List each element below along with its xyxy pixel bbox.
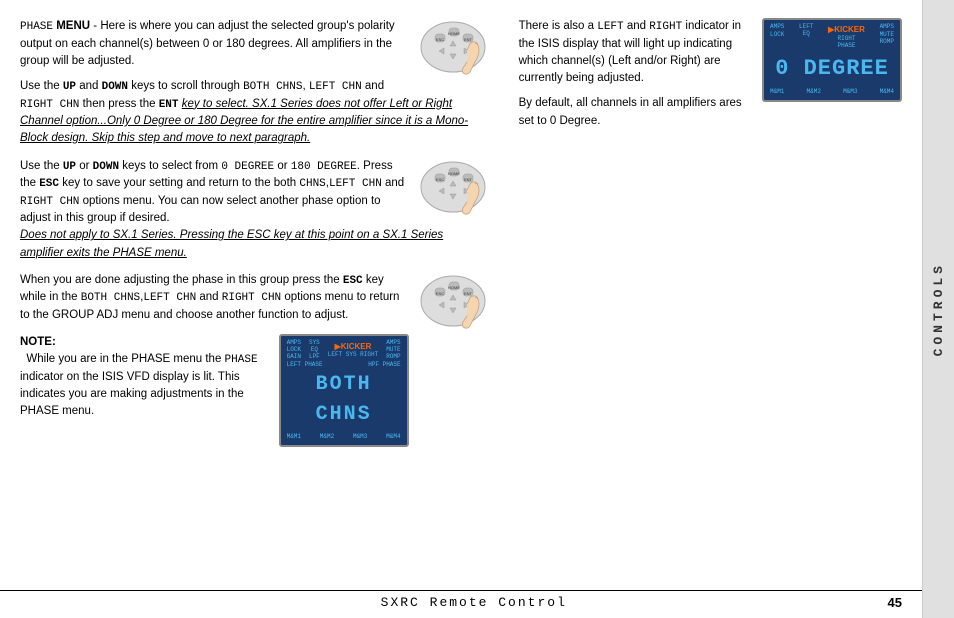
main-content: ESC HOME ENT	[0, 0, 922, 618]
sx1-note2: Does not apply to SX.1 Series. Pressing …	[20, 229, 443, 258]
left-chn-label: LEFT CHN	[309, 81, 362, 93]
svg-text:HOME: HOME	[448, 31, 460, 36]
up-key: UP	[63, 81, 76, 93]
svg-text:ENT: ENT	[464, 177, 473, 182]
esc2-key: ESC	[343, 275, 363, 287]
select-degree-section: ESC HOME ENT	[20, 158, 489, 262]
sidebar-text: CONTROLS	[931, 262, 946, 356]
footer: SXRC Remote Control 45	[0, 590, 922, 610]
both-chns-label: BOTH CHNS	[243, 81, 302, 93]
svg-text:ENT: ENT	[464, 291, 473, 296]
svg-text:ESC: ESC	[435, 37, 443, 42]
note-section: AMPS LOCK GAIN SYS EQ LPF	[20, 334, 489, 421]
note-lcd-display: AMPS LOCK GAIN SYS EQ LPF	[279, 334, 409, 447]
sidebar: CONTROLS	[922, 0, 954, 618]
sx1-note: key to select. SX.1 Series does not offe…	[20, 98, 468, 145]
left-column: ESC HOME ENT	[20, 18, 489, 588]
phase-label: PHASE	[20, 21, 53, 33]
zero-degree-label: 0 DEGREE	[221, 161, 274, 173]
svg-text:HOME: HOME	[448, 285, 460, 290]
hand-image-2: ESC HOME ENT	[417, 158, 489, 222]
both-chns2-label: CHNS	[299, 178, 325, 190]
left-chn2-label: LEFT CHN	[329, 178, 382, 190]
left-indicator: LEFT	[597, 21, 623, 33]
left3-chn-label: LEFT CHN	[143, 292, 196, 304]
note-label: NOTE:	[20, 336, 56, 348]
both3-chns-label: BOTH CHNS	[81, 292, 140, 304]
use-up-down-para: Use the UP and DOWN keys to scroll throu…	[20, 78, 489, 148]
note-para: NOTE: While you are in the PHASE menu th…	[20, 334, 489, 421]
two-col-layout: ESC HOME ENT	[20, 18, 902, 588]
right-lcd-display: AMPS LOCK LEFT EQ ▶KICKER RIGHT PHASE	[762, 18, 902, 102]
page-container: ESC HOME ENT	[0, 0, 954, 618]
when-done-section: ESC HOME ENT	[20, 272, 489, 324]
one80-degree-label: 180 DEGREE	[291, 161, 357, 173]
svg-text:HOME: HOME	[448, 171, 460, 176]
down2-key: DOWN	[93, 161, 119, 173]
right-column: AMPS LOCK LEFT EQ ▶KICKER RIGHT PHASE	[509, 18, 902, 588]
phase-menu-section: ESC HOME ENT	[20, 18, 489, 148]
right-chn-label: RIGHT CHN	[20, 99, 79, 111]
menu-label: MENU	[56, 20, 90, 32]
right3-chn-label: RIGHT CHN	[222, 292, 281, 304]
svg-text:ESC: ESC	[435, 177, 443, 182]
ent-key: ENT	[159, 99, 179, 111]
hand-image-3: ESC HOME ENT	[417, 272, 489, 336]
down-key: DOWN	[102, 81, 128, 93]
esc-key: ESC	[39, 178, 59, 190]
svg-text:ESC: ESC	[435, 291, 443, 296]
footer-title: SXRC Remote Control	[60, 595, 888, 610]
right-chn2-label: RIGHT CHN	[20, 196, 79, 208]
page-number: 45	[888, 595, 902, 610]
up2-key: UP	[63, 161, 76, 173]
hand-image-1: ESC HOME ENT	[417, 18, 489, 82]
right-indicator: RIGHT	[649, 21, 682, 33]
svg-text:ENT: ENT	[464, 37, 473, 42]
phase-indicator: PHASE	[225, 354, 258, 366]
